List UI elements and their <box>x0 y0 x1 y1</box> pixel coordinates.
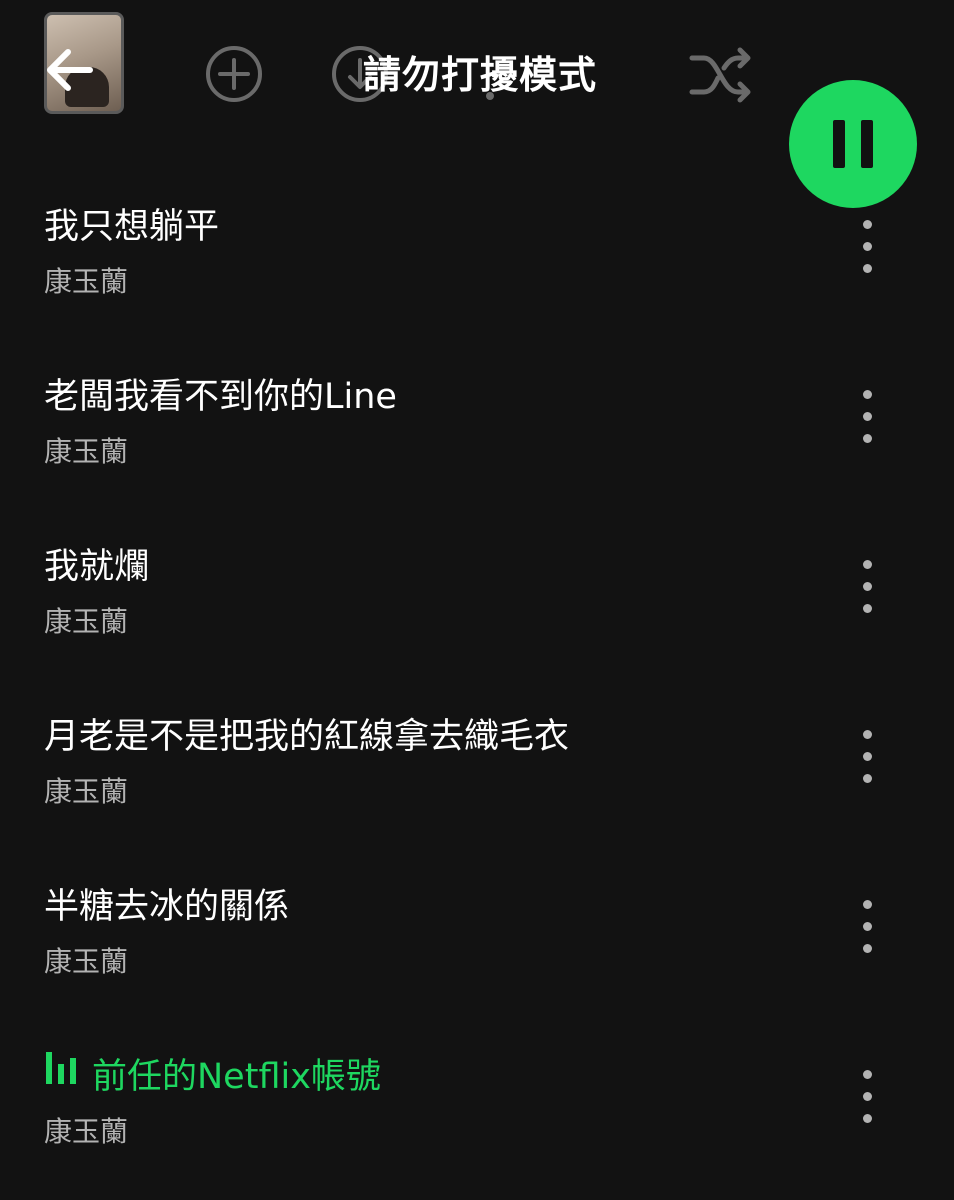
shuffle-icon[interactable] <box>688 46 754 104</box>
track-artist: 康玉蘭 <box>44 945 129 978</box>
page-title: 請勿打擾模式 <box>362 53 597 97</box>
track-more-icon[interactable] <box>852 218 884 278</box>
back-arrow-icon[interactable] <box>40 40 100 100</box>
track-artist: 康玉蘭 <box>44 775 129 808</box>
track-title: 老闆我看不到你的Line <box>44 377 397 417</box>
track-more-icon[interactable] <box>852 558 884 618</box>
track-title: 前任的Netflix帳號 <box>92 1057 381 1097</box>
track-row[interactable]: 我就爛 康玉蘭 <box>0 510 954 680</box>
track-more-icon[interactable] <box>852 388 884 448</box>
track-artist: 康玉蘭 <box>44 605 129 638</box>
track-row[interactable]: 老闆我看不到你的Line 康玉蘭 <box>0 340 954 510</box>
equalizer-icon <box>46 1052 76 1084</box>
track-more-icon[interactable] <box>852 728 884 788</box>
pause-icon-bar-right <box>861 120 873 168</box>
track-title: 月老是不是把我的紅線拿去織毛衣 <box>44 717 570 757</box>
track-more-icon[interactable] <box>852 898 884 958</box>
plus-circle-icon[interactable] <box>204 44 264 104</box>
track-row[interactable]: 我只想躺平 康玉蘭 <box>0 170 954 340</box>
pause-icon-bar-left <box>833 120 845 168</box>
track-title: 我只想躺平 <box>44 207 220 247</box>
track-more-icon[interactable] <box>852 1068 884 1128</box>
track-title: 半糖去冰的關係 <box>44 887 290 927</box>
track-row[interactable]: 月老是不是把我的紅線拿去織毛衣 康玉蘭 <box>0 680 954 850</box>
track-title: 我就爛 <box>44 547 150 587</box>
track-artist: 康玉蘭 <box>44 1115 129 1148</box>
track-row-now-playing[interactable]: 前任的Netflix帳號 康玉蘭 <box>0 1020 954 1190</box>
track-row[interactable]: 半糖去冰的關係 康玉蘭 <box>0 850 954 1020</box>
track-artist: 康玉蘭 <box>44 265 129 298</box>
track-artist: 康玉蘭 <box>44 435 129 468</box>
